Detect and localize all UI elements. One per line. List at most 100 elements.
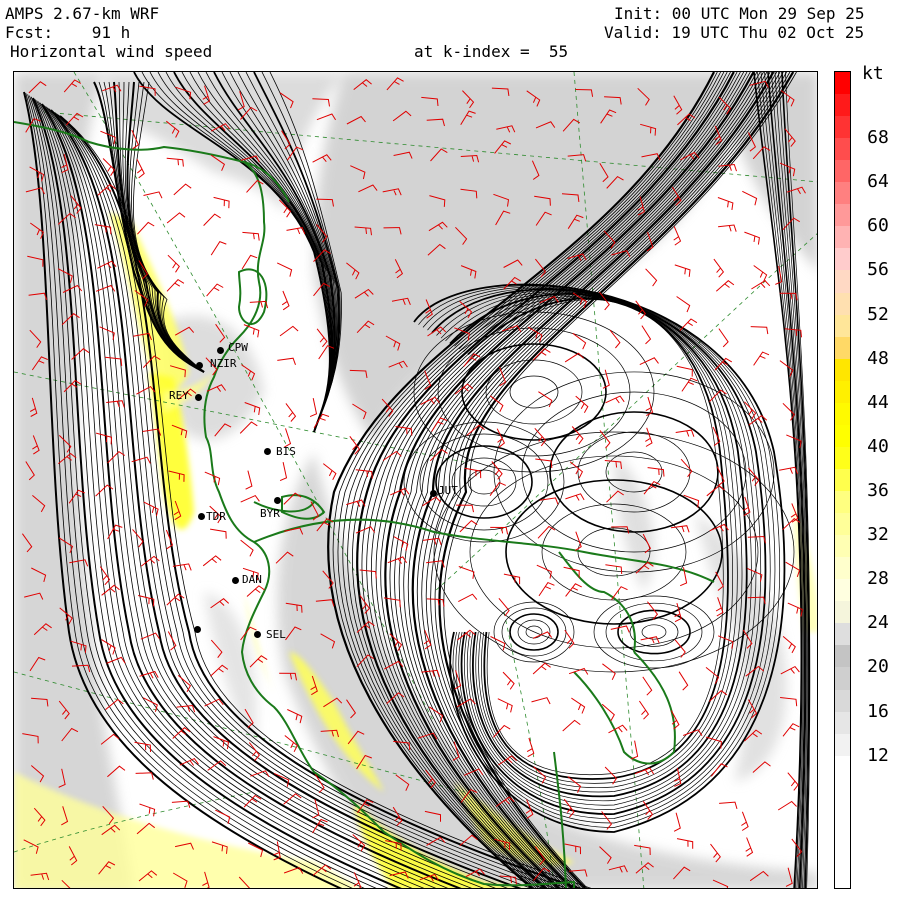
wind-barb [213,196,230,209]
wind-barb [210,240,227,256]
colorbar-bin [835,424,850,447]
wind-barb [569,461,584,479]
colorbar-bin [835,689,850,712]
contour-line [593,595,715,669]
wind-barb [107,451,126,464]
wind-barb [717,197,734,210]
wind-barb [459,520,478,533]
wind-barb [322,463,337,481]
wind-barb [537,525,556,539]
wind-barb [639,357,659,366]
wind-barb [241,254,258,270]
colorbar-tick-label: 36 [867,480,889,502]
station-label-sel: SEL [266,628,286,641]
colorbar-bin [835,182,850,205]
wind-barb [424,370,432,390]
wind-barb [281,290,290,311]
colorbar-tick-label: 68 [867,127,889,149]
wind-barb [204,698,224,707]
wind-barb [678,671,689,691]
wind-barb [143,191,163,199]
station-label-nzir: NZIR [210,357,237,370]
wind-barb [95,432,113,445]
wind-barb [135,772,154,780]
wind-barb [718,224,737,232]
wind-barb [173,183,192,196]
station-label-cpw: CPW [228,341,248,354]
wind-barb [676,838,694,849]
wind-barb [564,629,575,649]
wind-barb [166,157,184,167]
colorbar-bin [835,667,850,690]
wind-barb [105,356,123,366]
init-time: Init: 00 UTC Mon 29 Sep 25 [614,4,865,23]
colorbar-bin [835,292,850,315]
station-marker-cpw [217,347,224,354]
colorbar-bin [835,491,850,514]
wind-barb [346,499,366,507]
wind-barb [166,278,185,292]
colorbar-bin [835,248,850,271]
wind-barb [565,493,585,501]
wind-barb [95,284,116,292]
colorbar-tick-label: 28 [867,568,889,590]
wind-barb [675,429,695,437]
wind-barb [674,264,691,277]
colorbar-bin [835,468,850,492]
colorbar-bin [835,72,850,95]
wind-barb [239,421,258,434]
colorbar [834,71,851,889]
wind-barb [750,326,769,335]
wind-barb [779,466,799,474]
colorbar-bin [835,601,850,624]
colorbar-bin [835,138,850,161]
wind-barb [608,724,628,734]
station-marker-nzir [196,362,203,369]
station-label-tdr: TDR [206,510,226,523]
wind-barb [496,428,506,448]
wind-barb [605,564,623,575]
station-label-rey: REY [169,389,189,402]
colorbar-tick-label: 16 [867,700,889,722]
wind-barb [673,812,681,832]
colorbar-bin [835,358,850,381]
colorbar-tick-label: 32 [867,524,889,546]
station-marker-jut [430,490,437,497]
wind-barb [782,723,800,737]
wind-barb [489,481,506,496]
wind-barb [640,636,660,644]
colorbar-bin [835,380,850,403]
wind-barb [753,265,768,282]
wind-barb [136,158,145,179]
wind-barb [645,427,653,447]
wind-barb [532,662,551,675]
wind-barb [279,325,299,337]
wind-barb [137,221,155,235]
wind-barb [575,395,589,413]
colorbar-bin [835,535,850,558]
wind-barb [242,231,260,241]
colorbar-tick-label: 52 [867,303,889,325]
station-marker-sel [254,631,261,638]
wind-barb [681,377,698,392]
wind-barb [531,697,551,705]
wind-barb [645,268,658,287]
wind-barb [277,357,296,365]
wind-speed-map: CPW NZIR REY BIS TDR BYR DAN SEL JUT [13,71,818,889]
contour-line [467,469,501,495]
gray-shading [14,72,817,888]
contour-line [435,445,533,519]
colorbar-bin [835,733,850,756]
station-marker-byr [274,497,281,504]
wind-barb [742,190,758,206]
wind-barb [458,593,478,603]
colorbar-bin [835,645,850,668]
map-canvas [14,72,817,888]
wind-barb [497,698,513,713]
wind-barb [563,566,580,578]
wind-barb [393,536,409,551]
wind-barb [139,803,156,817]
wind-barb [140,632,160,640]
colorbar-tick-label: 64 [867,171,889,193]
wind-barb [203,213,221,226]
